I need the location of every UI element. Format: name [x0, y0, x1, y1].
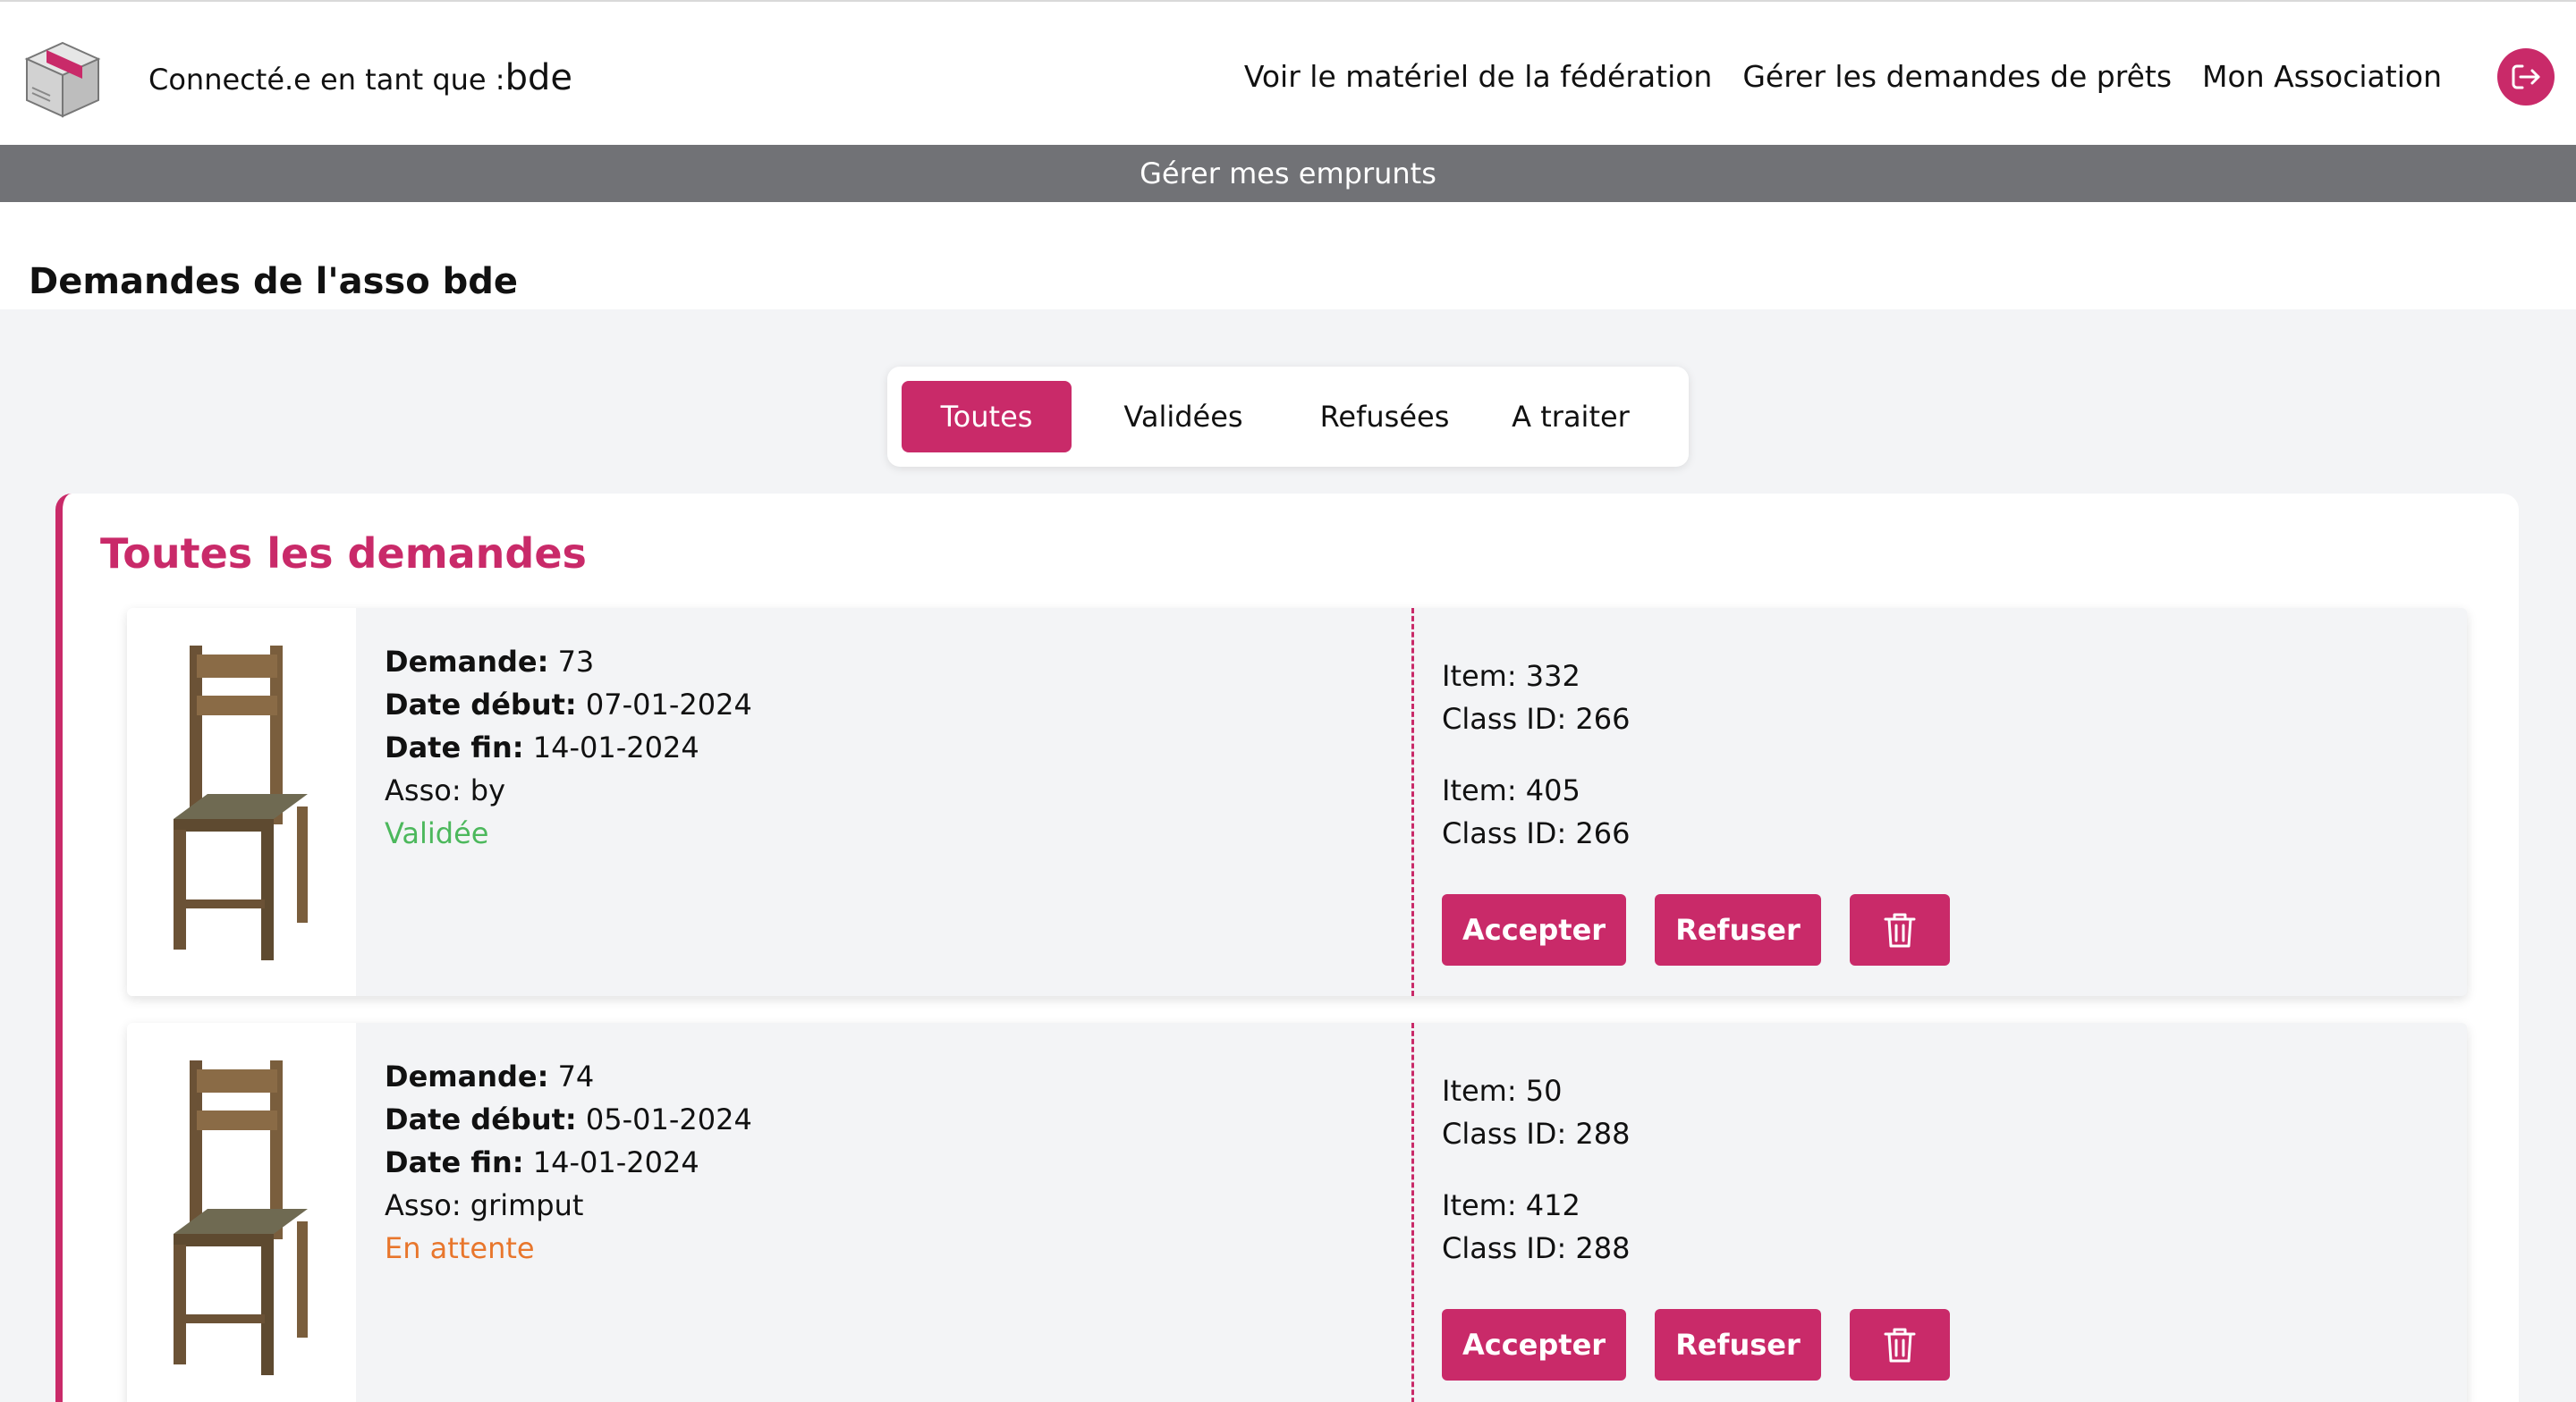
- status-label: Validée: [385, 816, 489, 850]
- tab-all[interactable]: Toutes: [902, 381, 1072, 452]
- item-id: 50: [1525, 1074, 1563, 1108]
- asso-name: by: [470, 773, 506, 807]
- request-info: Demande: 74 Date début: 05-01-2024 Date …: [385, 1055, 752, 1270]
- request-actions: Accepter Refuser: [1442, 1309, 1950, 1381]
- status-label: En attente: [385, 1231, 535, 1265]
- nav-my-association[interactable]: Mon Association: [2202, 59, 2442, 94]
- title-bar: Demandes de l'asso bde: [0, 202, 2576, 309]
- label-request: Demande:: [385, 1060, 549, 1094]
- nav-manage-my-borrowings[interactable]: Gérer mes emprunts: [1140, 156, 1436, 190]
- refuse-button[interactable]: Refuser: [1655, 1309, 1821, 1381]
- panel-title: Toutes les demandes: [100, 529, 587, 578]
- item-thumbnail: [127, 1023, 356, 1402]
- top-navbar: Connecté.e en tant que :bde Voir le maté…: [0, 0, 2576, 145]
- label-item: Item:: [1442, 659, 1517, 693]
- item-id: 332: [1525, 659, 1580, 693]
- request-id: 74: [557, 1060, 595, 1094]
- main-nav: Voir le matériel de la fédération Gérer …: [1244, 59, 2442, 94]
- label-item: Item:: [1442, 1188, 1517, 1222]
- label-asso: Asso:: [385, 773, 462, 807]
- requested-items: Item: 50 Class ID: 288 Item: 412 Class I…: [1442, 1069, 1630, 1298]
- label-class-id: Class ID:: [1442, 816, 1567, 850]
- label-end-date: Date fin:: [385, 1145, 524, 1179]
- request-info: Demande: 73 Date début: 07-01-2024 Date …: [385, 640, 752, 855]
- logout-icon: [2512, 64, 2540, 89]
- item-entry: Item: 405 Class ID: 266: [1442, 769, 1630, 855]
- start-date: 05-01-2024: [585, 1102, 752, 1136]
- request-card: Demande: 73 Date début: 07-01-2024 Date …: [127, 608, 2467, 996]
- tab-refused[interactable]: Refusées: [1295, 381, 1474, 452]
- label-asso: Asso:: [385, 1188, 462, 1222]
- label-class-id: Class ID:: [1442, 1117, 1567, 1151]
- requests-panel: Toutes les demandes Demande: 73 Date déb…: [55, 494, 2519, 1402]
- refuse-button[interactable]: Refuser: [1655, 894, 1821, 966]
- trash-icon: [1884, 1328, 1916, 1363]
- page-title: Demandes de l'asso bde: [29, 261, 519, 302]
- label-item: Item:: [1442, 1074, 1517, 1108]
- start-date: 07-01-2024: [585, 688, 752, 722]
- asso-name: grimput: [470, 1188, 584, 1222]
- chair-image: [174, 1060, 308, 1375]
- nav-manage-loan-requests[interactable]: Gérer les demandes de prêts: [1742, 59, 2172, 94]
- class-id: 288: [1575, 1231, 1631, 1265]
- logout-button[interactable]: [2497, 48, 2555, 106]
- label-class-id: Class ID:: [1442, 702, 1567, 736]
- connected-user-text: Connecté.e en tant que :bde: [148, 57, 572, 98]
- request-card: Demande: 74 Date début: 05-01-2024 Date …: [127, 1023, 2467, 1402]
- tab-to-process[interactable]: A traiter: [1474, 381, 1667, 452]
- request-id-line: Demande: 74: [385, 1055, 752, 1098]
- accept-button[interactable]: Accepter: [1442, 894, 1626, 966]
- class-id: 288: [1575, 1117, 1631, 1151]
- requested-items: Item: 332 Class ID: 266 Item: 405 Class …: [1442, 655, 1630, 883]
- item-id: 405: [1525, 773, 1580, 807]
- dashed-divider: [1411, 608, 1414, 996]
- tab-validated[interactable]: Validées: [1072, 381, 1295, 452]
- item-entry: Item: 332 Class ID: 266: [1442, 655, 1630, 740]
- label-request: Demande:: [385, 645, 549, 679]
- trash-icon: [1884, 913, 1916, 948]
- chair-image: [174, 646, 308, 960]
- sub-navbar: Gérer mes emprunts: [0, 145, 2576, 202]
- end-date-line: Date fin: 14-01-2024: [385, 1141, 752, 1184]
- accept-button[interactable]: Accepter: [1442, 1309, 1626, 1381]
- request-id-line: Demande: 73: [385, 640, 752, 683]
- end-date-line: Date fin: 14-01-2024: [385, 726, 752, 769]
- request-id: 73: [557, 645, 595, 679]
- dashed-divider: [1411, 1023, 1414, 1402]
- item-entry: Item: 412 Class ID: 288: [1442, 1184, 1630, 1270]
- label-end-date: Date fin:: [385, 731, 524, 764]
- start-date-line: Date début: 05-01-2024: [385, 1098, 752, 1141]
- label-item: Item:: [1442, 773, 1517, 807]
- item-entry: Item: 50 Class ID: 288: [1442, 1069, 1630, 1155]
- connected-username: bde: [504, 57, 572, 98]
- item-id: 412: [1525, 1188, 1580, 1222]
- asso-line: Asso: grimput: [385, 1184, 752, 1227]
- end-date: 14-01-2024: [532, 1145, 699, 1179]
- box-icon[interactable]: [20, 36, 106, 122]
- start-date-line: Date début: 07-01-2024: [385, 683, 752, 726]
- label-start-date: Date début:: [385, 1102, 577, 1136]
- end-date: 14-01-2024: [532, 731, 699, 764]
- class-id: 266: [1575, 702, 1631, 736]
- nav-federation-material[interactable]: Voir le matériel de la fédération: [1244, 59, 1713, 94]
- request-actions: Accepter Refuser: [1442, 894, 1950, 966]
- label-start-date: Date début:: [385, 688, 577, 722]
- class-id: 266: [1575, 816, 1631, 850]
- delete-button[interactable]: [1850, 1309, 1950, 1381]
- filter-tabs: Toutes Validées Refusées A traiter: [887, 367, 1689, 467]
- connected-prefix: Connecté.e en tant que :: [148, 63, 505, 97]
- item-thumbnail: [127, 608, 356, 996]
- label-class-id: Class ID:: [1442, 1231, 1567, 1265]
- delete-button[interactable]: [1850, 894, 1950, 966]
- asso-line: Asso: by: [385, 769, 752, 812]
